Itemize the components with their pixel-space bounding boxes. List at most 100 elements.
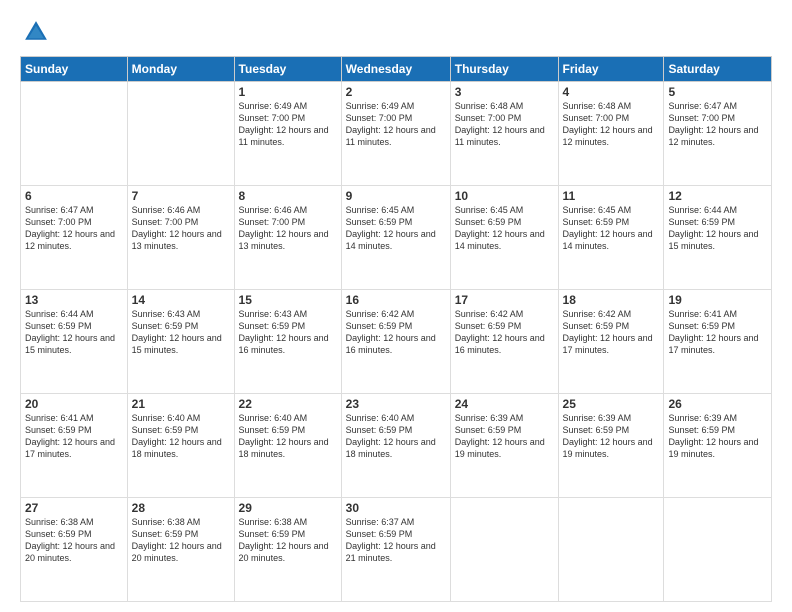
calendar-table: SundayMondayTuesdayWednesdayThursdayFrid…	[20, 56, 772, 602]
calendar-day-cell: 13Sunrise: 6:44 AM Sunset: 6:59 PM Dayli…	[21, 290, 128, 394]
day-info: Sunrise: 6:45 AM Sunset: 6:59 PM Dayligh…	[346, 204, 446, 253]
day-number: 25	[563, 397, 660, 411]
calendar-day-cell: 15Sunrise: 6:43 AM Sunset: 6:59 PM Dayli…	[234, 290, 341, 394]
day-number: 8	[239, 189, 337, 203]
calendar-day-cell: 6Sunrise: 6:47 AM Sunset: 7:00 PM Daylig…	[21, 186, 128, 290]
day-number: 29	[239, 501, 337, 515]
day-number: 20	[25, 397, 123, 411]
day-number: 3	[455, 85, 554, 99]
day-number: 9	[346, 189, 446, 203]
calendar-day-cell: 18Sunrise: 6:42 AM Sunset: 6:59 PM Dayli…	[558, 290, 664, 394]
day-number: 24	[455, 397, 554, 411]
day-number: 28	[132, 501, 230, 515]
calendar-header-cell: Tuesday	[234, 57, 341, 82]
day-number: 12	[668, 189, 767, 203]
day-info: Sunrise: 6:40 AM Sunset: 6:59 PM Dayligh…	[132, 412, 230, 461]
day-number: 26	[668, 397, 767, 411]
calendar-header-cell: Saturday	[664, 57, 772, 82]
calendar-day-cell: 23Sunrise: 6:40 AM Sunset: 6:59 PM Dayli…	[341, 394, 450, 498]
calendar-day-cell: 28Sunrise: 6:38 AM Sunset: 6:59 PM Dayli…	[127, 498, 234, 602]
day-number: 23	[346, 397, 446, 411]
day-info: Sunrise: 6:49 AM Sunset: 7:00 PM Dayligh…	[239, 100, 337, 149]
calendar-week-row: 1Sunrise: 6:49 AM Sunset: 7:00 PM Daylig…	[21, 82, 772, 186]
calendar-body: 1Sunrise: 6:49 AM Sunset: 7:00 PM Daylig…	[21, 82, 772, 602]
calendar-day-cell: 2Sunrise: 6:49 AM Sunset: 7:00 PM Daylig…	[341, 82, 450, 186]
day-number: 19	[668, 293, 767, 307]
calendar-day-cell: 4Sunrise: 6:48 AM Sunset: 7:00 PM Daylig…	[558, 82, 664, 186]
day-number: 30	[346, 501, 446, 515]
day-number: 6	[25, 189, 123, 203]
day-info: Sunrise: 6:48 AM Sunset: 7:00 PM Dayligh…	[563, 100, 660, 149]
day-info: Sunrise: 6:37 AM Sunset: 6:59 PM Dayligh…	[346, 516, 446, 565]
day-info: Sunrise: 6:45 AM Sunset: 6:59 PM Dayligh…	[563, 204, 660, 253]
calendar-day-cell: 10Sunrise: 6:45 AM Sunset: 6:59 PM Dayli…	[450, 186, 558, 290]
day-info: Sunrise: 6:39 AM Sunset: 6:59 PM Dayligh…	[455, 412, 554, 461]
calendar-day-cell: 21Sunrise: 6:40 AM Sunset: 6:59 PM Dayli…	[127, 394, 234, 498]
day-info: Sunrise: 6:43 AM Sunset: 6:59 PM Dayligh…	[239, 308, 337, 357]
day-number: 22	[239, 397, 337, 411]
day-number: 10	[455, 189, 554, 203]
calendar-day-cell: 29Sunrise: 6:38 AM Sunset: 6:59 PM Dayli…	[234, 498, 341, 602]
calendar-header-row: SundayMondayTuesdayWednesdayThursdayFrid…	[21, 57, 772, 82]
day-info: Sunrise: 6:46 AM Sunset: 7:00 PM Dayligh…	[239, 204, 337, 253]
day-info: Sunrise: 6:39 AM Sunset: 6:59 PM Dayligh…	[668, 412, 767, 461]
day-number: 13	[25, 293, 123, 307]
calendar-day-cell	[558, 498, 664, 602]
day-info: Sunrise: 6:40 AM Sunset: 6:59 PM Dayligh…	[346, 412, 446, 461]
day-number: 2	[346, 85, 446, 99]
calendar-week-row: 20Sunrise: 6:41 AM Sunset: 6:59 PM Dayli…	[21, 394, 772, 498]
calendar-header-cell: Wednesday	[341, 57, 450, 82]
day-info: Sunrise: 6:41 AM Sunset: 6:59 PM Dayligh…	[668, 308, 767, 357]
day-number: 21	[132, 397, 230, 411]
calendar-day-cell: 8Sunrise: 6:46 AM Sunset: 7:00 PM Daylig…	[234, 186, 341, 290]
day-number: 16	[346, 293, 446, 307]
calendar-day-cell: 9Sunrise: 6:45 AM Sunset: 6:59 PM Daylig…	[341, 186, 450, 290]
calendar-day-cell	[21, 82, 128, 186]
calendar-day-cell: 5Sunrise: 6:47 AM Sunset: 7:00 PM Daylig…	[664, 82, 772, 186]
day-number: 14	[132, 293, 230, 307]
day-info: Sunrise: 6:49 AM Sunset: 7:00 PM Dayligh…	[346, 100, 446, 149]
day-info: Sunrise: 6:42 AM Sunset: 6:59 PM Dayligh…	[346, 308, 446, 357]
day-info: Sunrise: 6:47 AM Sunset: 7:00 PM Dayligh…	[668, 100, 767, 149]
day-number: 4	[563, 85, 660, 99]
calendar-day-cell: 14Sunrise: 6:43 AM Sunset: 6:59 PM Dayli…	[127, 290, 234, 394]
day-info: Sunrise: 6:42 AM Sunset: 6:59 PM Dayligh…	[455, 308, 554, 357]
day-number: 5	[668, 85, 767, 99]
day-number: 1	[239, 85, 337, 99]
calendar-day-cell: 11Sunrise: 6:45 AM Sunset: 6:59 PM Dayli…	[558, 186, 664, 290]
day-info: Sunrise: 6:41 AM Sunset: 6:59 PM Dayligh…	[25, 412, 123, 461]
day-number: 11	[563, 189, 660, 203]
day-info: Sunrise: 6:44 AM Sunset: 6:59 PM Dayligh…	[25, 308, 123, 357]
calendar-day-cell	[450, 498, 558, 602]
day-info: Sunrise: 6:45 AM Sunset: 6:59 PM Dayligh…	[455, 204, 554, 253]
day-number: 7	[132, 189, 230, 203]
calendar-day-cell	[664, 498, 772, 602]
calendar-day-cell: 1Sunrise: 6:49 AM Sunset: 7:00 PM Daylig…	[234, 82, 341, 186]
logo	[20, 18, 54, 46]
calendar-day-cell: 7Sunrise: 6:46 AM Sunset: 7:00 PM Daylig…	[127, 186, 234, 290]
calendar-day-cell: 25Sunrise: 6:39 AM Sunset: 6:59 PM Dayli…	[558, 394, 664, 498]
day-info: Sunrise: 6:39 AM Sunset: 6:59 PM Dayligh…	[563, 412, 660, 461]
calendar-day-cell: 20Sunrise: 6:41 AM Sunset: 6:59 PM Dayli…	[21, 394, 128, 498]
day-info: Sunrise: 6:38 AM Sunset: 6:59 PM Dayligh…	[132, 516, 230, 565]
day-number: 17	[455, 293, 554, 307]
logo-icon	[22, 18, 50, 46]
calendar-week-row: 27Sunrise: 6:38 AM Sunset: 6:59 PM Dayli…	[21, 498, 772, 602]
calendar-day-cell: 26Sunrise: 6:39 AM Sunset: 6:59 PM Dayli…	[664, 394, 772, 498]
calendar-day-cell: 27Sunrise: 6:38 AM Sunset: 6:59 PM Dayli…	[21, 498, 128, 602]
calendar-week-row: 13Sunrise: 6:44 AM Sunset: 6:59 PM Dayli…	[21, 290, 772, 394]
calendar-header-cell: Monday	[127, 57, 234, 82]
day-info: Sunrise: 6:38 AM Sunset: 6:59 PM Dayligh…	[25, 516, 123, 565]
day-number: 15	[239, 293, 337, 307]
calendar-header-cell: Friday	[558, 57, 664, 82]
calendar-day-cell: 22Sunrise: 6:40 AM Sunset: 6:59 PM Dayli…	[234, 394, 341, 498]
day-info: Sunrise: 6:47 AM Sunset: 7:00 PM Dayligh…	[25, 204, 123, 253]
calendar-day-cell: 19Sunrise: 6:41 AM Sunset: 6:59 PM Dayli…	[664, 290, 772, 394]
day-info: Sunrise: 6:38 AM Sunset: 6:59 PM Dayligh…	[239, 516, 337, 565]
calendar-week-row: 6Sunrise: 6:47 AM Sunset: 7:00 PM Daylig…	[21, 186, 772, 290]
calendar-day-cell: 24Sunrise: 6:39 AM Sunset: 6:59 PM Dayli…	[450, 394, 558, 498]
day-info: Sunrise: 6:44 AM Sunset: 6:59 PM Dayligh…	[668, 204, 767, 253]
calendar-day-cell	[127, 82, 234, 186]
calendar-header-cell: Thursday	[450, 57, 558, 82]
day-number: 27	[25, 501, 123, 515]
